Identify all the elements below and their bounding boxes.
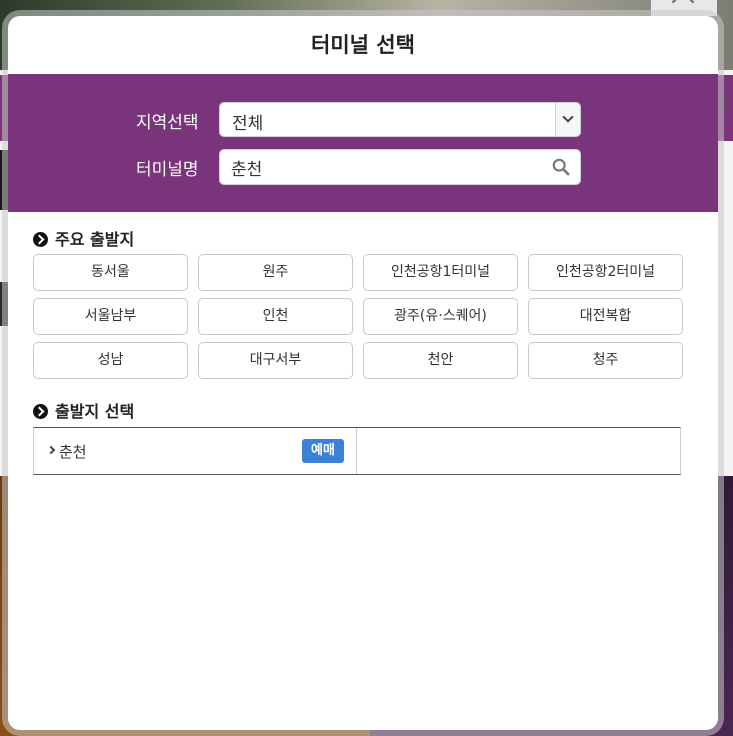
arrow-circle-icon — [33, 232, 48, 247]
modal-close-tab[interactable] — [651, 0, 717, 16]
region-filter-row: 지역선택 전체 — [8, 102, 718, 138]
departure-button[interactable]: 원주 — [198, 254, 353, 291]
departure-select-title: 출발지 선택 — [55, 402, 135, 421]
departure-button[interactable]: 성남 — [33, 342, 188, 379]
major-departures-heading: 주요 출발지 — [33, 226, 134, 250]
region-label: 지역선택 — [136, 113, 199, 133]
departure-button[interactable]: 대전복합 — [528, 298, 683, 335]
terminal-filter-row: 터미널명 — [8, 149, 718, 185]
departure-button[interactable]: 서울남부 — [33, 298, 188, 335]
terminal-search-input[interactable] — [231, 154, 541, 180]
terminal-select-modal: 터미널 선택 지역선택 전체 터미널명 주요 출발지 동 — [8, 16, 718, 730]
departure-button[interactable]: 대구서부 — [198, 342, 353, 379]
dropdown-toggle[interactable] — [555, 103, 580, 136]
reserve-badge[interactable]: 예매 — [302, 439, 344, 463]
departure-button[interactable]: 동서울 — [33, 254, 188, 291]
departure-button[interactable]: 청주 — [528, 342, 683, 379]
background-label: 승 — [716, 92, 731, 111]
filter-panel: 지역선택 전체 터미널명 — [8, 74, 718, 212]
region-select-value: 전체 — [232, 114, 264, 134]
major-departures-title: 주요 출발지 — [55, 230, 135, 249]
search-icon[interactable] — [552, 158, 570, 176]
chevron-up-icon — [671, 0, 695, 14]
departure-button[interactable]: 인천공항2터미널 — [528, 254, 683, 291]
departure-button[interactable]: 인천 — [198, 298, 353, 335]
arrow-circle-icon — [33, 404, 48, 419]
departure-button[interactable]: 천안 — [363, 342, 518, 379]
region-select[interactable]: 전체 — [219, 102, 581, 137]
departure-name: 춘천 — [59, 443, 87, 461]
chevron-down-icon — [562, 111, 574, 123]
departure-button[interactable]: 인천공항1터미널 — [363, 254, 518, 291]
modal-title: 터미널 선택 — [311, 33, 415, 57]
departure-button[interactable]: 광주(유·스퀘어) — [363, 298, 518, 335]
terminal-label: 터미널명 — [136, 160, 199, 180]
departure-row[interactable]: 춘천 예매 — [34, 428, 357, 474]
departure-table: 춘천 예매 — [33, 427, 681, 475]
terminal-search-box — [219, 149, 581, 185]
chevron-right-icon — [46, 445, 56, 455]
departure-select-heading: 출발지 선택 — [33, 398, 134, 422]
